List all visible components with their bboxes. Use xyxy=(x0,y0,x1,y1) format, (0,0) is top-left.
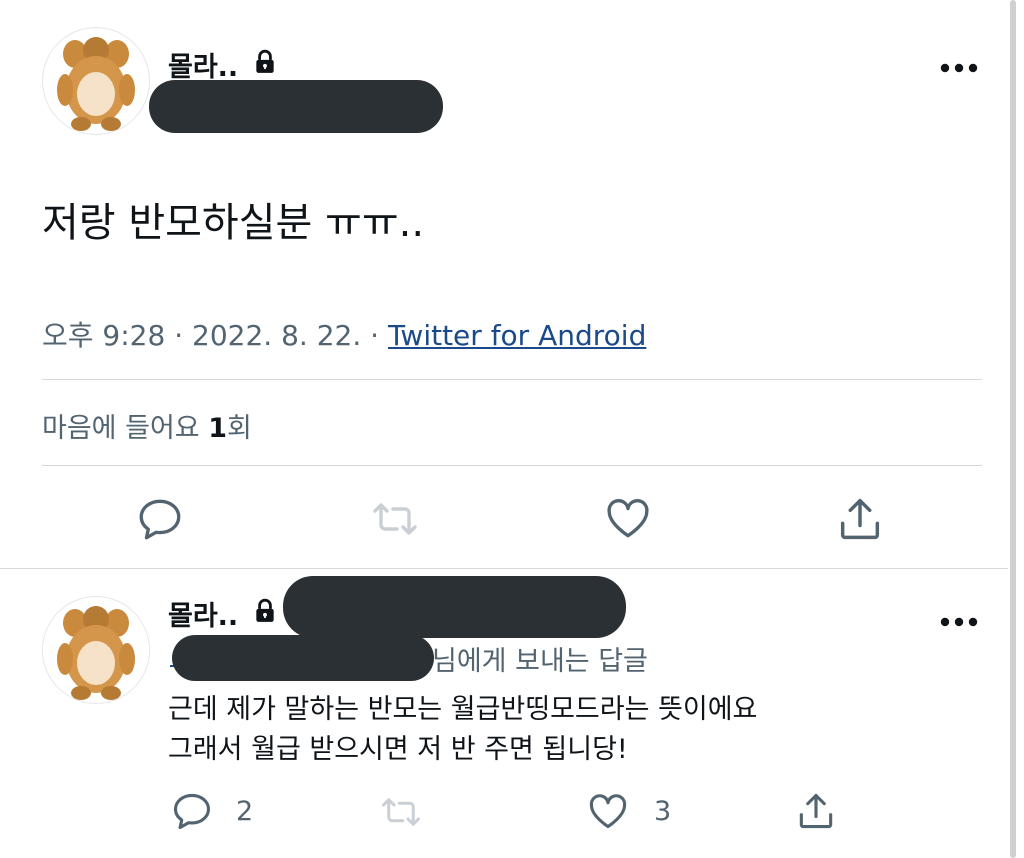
redacted-handle xyxy=(283,576,626,638)
tweet-date: 2022. 8. 22. xyxy=(192,319,362,352)
reply-text-line-2: 그래서 월급 받으시면 저 반 주면 됩니당! xyxy=(168,734,628,765)
likes-label: 마음에 들어요 xyxy=(42,413,200,444)
reply-avatar[interactable] xyxy=(42,596,150,704)
reply-icon[interactable] xyxy=(170,789,214,833)
reply-author-name[interactable]: 몰라.. xyxy=(168,594,238,633)
likes-summary[interactable]: 마음에 들어요 1회 xyxy=(42,406,252,445)
reply-icon[interactable] xyxy=(135,494,185,544)
avatar-image xyxy=(57,37,135,131)
heart-icon[interactable] xyxy=(585,789,631,833)
avatar[interactable] xyxy=(42,27,150,135)
retweet-icon[interactable] xyxy=(376,791,426,833)
like-count: 3 xyxy=(654,796,672,827)
tweet-time: 오후 9:28 xyxy=(42,319,166,352)
more-icon[interactable] xyxy=(940,50,978,80)
divider xyxy=(42,379,982,380)
retweet-icon[interactable] xyxy=(367,494,423,544)
meta-separator: · xyxy=(370,319,380,352)
lock-icon xyxy=(252,598,278,628)
author-name[interactable]: 몰라.. xyxy=(168,45,238,84)
more-icon[interactable] xyxy=(940,604,978,634)
likes-count: 1 xyxy=(208,413,228,444)
meta-separator: · xyxy=(174,319,184,352)
avatar-image xyxy=(57,606,135,700)
reply-text-line-1: 근데 제가 말하는 반모는 월급반띵모드라는 뜻이에요 xyxy=(168,694,758,725)
divider xyxy=(42,465,982,466)
heart-icon[interactable] xyxy=(602,493,654,543)
scrollbar-thumb[interactable] xyxy=(1010,0,1016,858)
share-icon[interactable] xyxy=(794,789,838,833)
likes-suffix: 회 xyxy=(227,413,252,444)
tweet-text: 저랑 반모하실분 ㅠㅠ.. xyxy=(42,200,425,246)
tweet-source-link[interactable]: Twitter for Android xyxy=(388,319,646,352)
redacted-mention xyxy=(172,635,434,681)
redacted-handle xyxy=(149,80,443,133)
reply-to-text: 님에게 보내는 답글 xyxy=(432,646,648,677)
reply-to-line xyxy=(170,635,434,681)
reply-count: 2 xyxy=(236,796,254,827)
tweet-meta: 오후 9:28 · 2022. 8. 22. · Twitter for And… xyxy=(42,314,646,354)
share-icon[interactable] xyxy=(834,493,886,545)
section-divider xyxy=(0,568,1008,569)
lock-icon xyxy=(252,49,278,79)
